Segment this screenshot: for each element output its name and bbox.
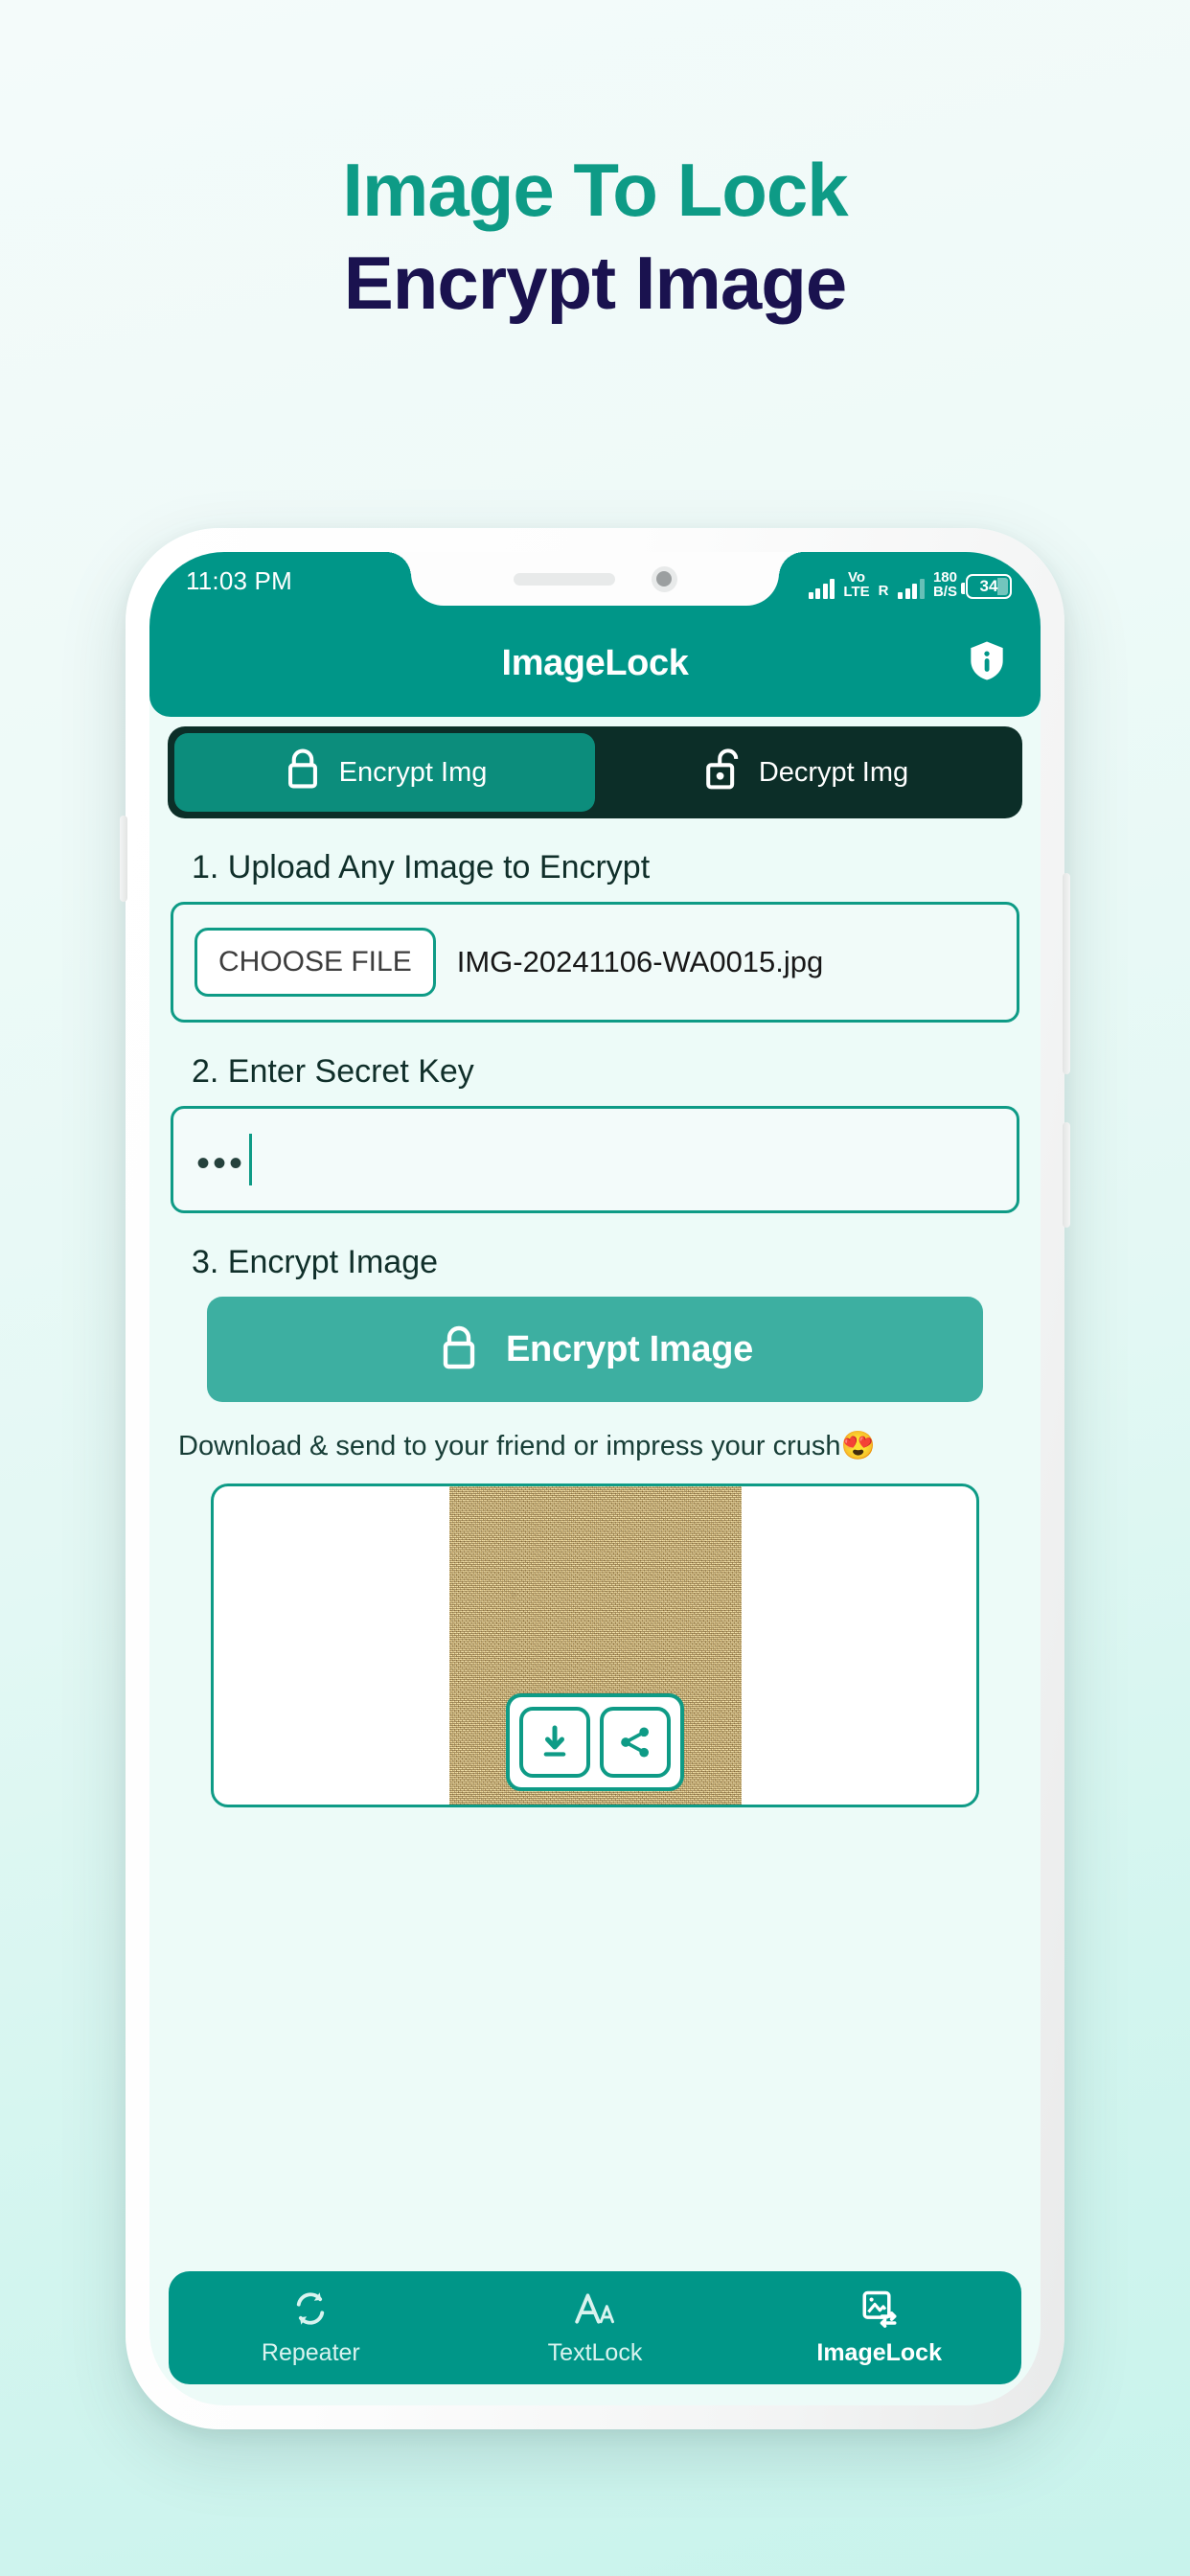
status-time: 11:03 PM <box>186 565 292 595</box>
main-content: 1. Upload Any Image to Encrypt CHOOSE FI… <box>149 849 1041 1808</box>
lock-open-icon <box>702 746 743 799</box>
data-rate-value: 180 <box>932 569 957 586</box>
step-1-label: 1. Upload Any Image to Encrypt <box>192 849 651 886</box>
step-2-label: 2. Enter Secret Key <box>192 1053 474 1090</box>
status-bar: 11:03 PM Vo LTE R 180 B/S 34 <box>149 552 1041 610</box>
phone-screen: 11:03 PM Vo LTE R 180 B/S 34 ImageLock E… <box>149 552 1041 2405</box>
signal-bars-2-icon <box>898 578 925 599</box>
tab-decrypt-label: Decrypt Img <box>758 756 909 788</box>
earpiece-speaker <box>513 572 615 586</box>
encrypt-image-button[interactable]: Encrypt Image <box>207 1297 983 1402</box>
text-size-icon <box>572 2288 618 2334</box>
nav-label-textlock: TextLock <box>547 2339 643 2366</box>
lock-closed-icon <box>437 1322 481 1377</box>
lock-closed-icon <box>283 746 323 799</box>
tab-encrypt-label: Encrypt Img <box>338 756 488 788</box>
nav-label-repeater: Repeater <box>261 2339 360 2366</box>
shield-info-icon[interactable] <box>968 640 1006 687</box>
encrypted-image-preview <box>211 1484 979 1808</box>
promo-line-2: Encrypt Image <box>343 241 848 326</box>
share-icon[interactable] <box>600 1707 671 1779</box>
nav-item-repeater[interactable]: Repeater <box>169 2271 453 2384</box>
phone-power-button[interactable] <box>1063 873 1070 1074</box>
battery-level: 34 <box>979 577 998 595</box>
front-camera <box>651 565 677 592</box>
file-upload-field[interactable]: CHOOSE FILE IMG-20241106-WA0015.jpg <box>171 902 1019 1023</box>
download-icon[interactable] <box>519 1707 590 1779</box>
volte-top: Vo <box>847 569 866 586</box>
tab-decrypt-img[interactable]: Decrypt Img <box>595 733 1016 812</box>
data-rate-unit: B/S <box>932 584 957 600</box>
phone-volume-button[interactable] <box>120 816 127 902</box>
image-transfer-icon <box>858 2288 901 2334</box>
mode-tabs: Encrypt Img Decrypt Img <box>168 726 1022 818</box>
status-icons: Vo LTE R 180 B/S 34 <box>808 563 1012 599</box>
data-rate-indicator: 180 B/S <box>933 570 957 599</box>
promo-line-1: Image To Lock <box>342 148 848 232</box>
volte-bottom: LTE <box>843 584 870 600</box>
battery-icon: 34 <box>961 574 1012 599</box>
bottom-navigation: Repeater TextLock ImageLock <box>169 2271 1021 2384</box>
nav-item-imagelock[interactable]: ImageLock <box>737 2271 1021 2384</box>
phone-notch <box>386 552 779 606</box>
secret-key-input[interactable]: ••• <box>171 1106 1019 1213</box>
refresh-icon <box>290 2288 331 2334</box>
roaming-indicator: R <box>878 583 889 599</box>
phone-device-frame: 11:03 PM Vo LTE R 180 B/S 34 ImageLock E… <box>120 528 1070 2429</box>
nav-label-imagelock: ImageLock <box>816 2339 942 2366</box>
text-caret <box>249 1134 253 1185</box>
volte-icon: Vo LTE <box>843 570 869 599</box>
app-title: ImageLock <box>501 642 689 683</box>
nav-item-textlock[interactable]: TextLock <box>453 2271 738 2384</box>
app-bar: ImageLock <box>149 610 1041 717</box>
promo-headline: Image To Lock Encrypt Image <box>0 148 1190 326</box>
secret-key-value: ••• <box>196 1142 246 1184</box>
step-3-label: 3. Encrypt Image <box>192 1244 439 1280</box>
choose-file-button[interactable]: CHOOSE FILE <box>195 928 436 997</box>
encrypt-button-label: Encrypt Image <box>506 1328 753 1369</box>
selected-file-name: IMG-20241106-WA0015.jpg <box>456 944 824 978</box>
tab-encrypt-img[interactable]: Encrypt Img <box>174 733 595 812</box>
image-action-bar <box>506 1693 684 1792</box>
phone-secondary-button[interactable] <box>1063 1122 1070 1228</box>
signal-bars-1-icon <box>808 578 835 599</box>
download-hint-text: Download & send to your friend or impres… <box>178 1431 876 1461</box>
